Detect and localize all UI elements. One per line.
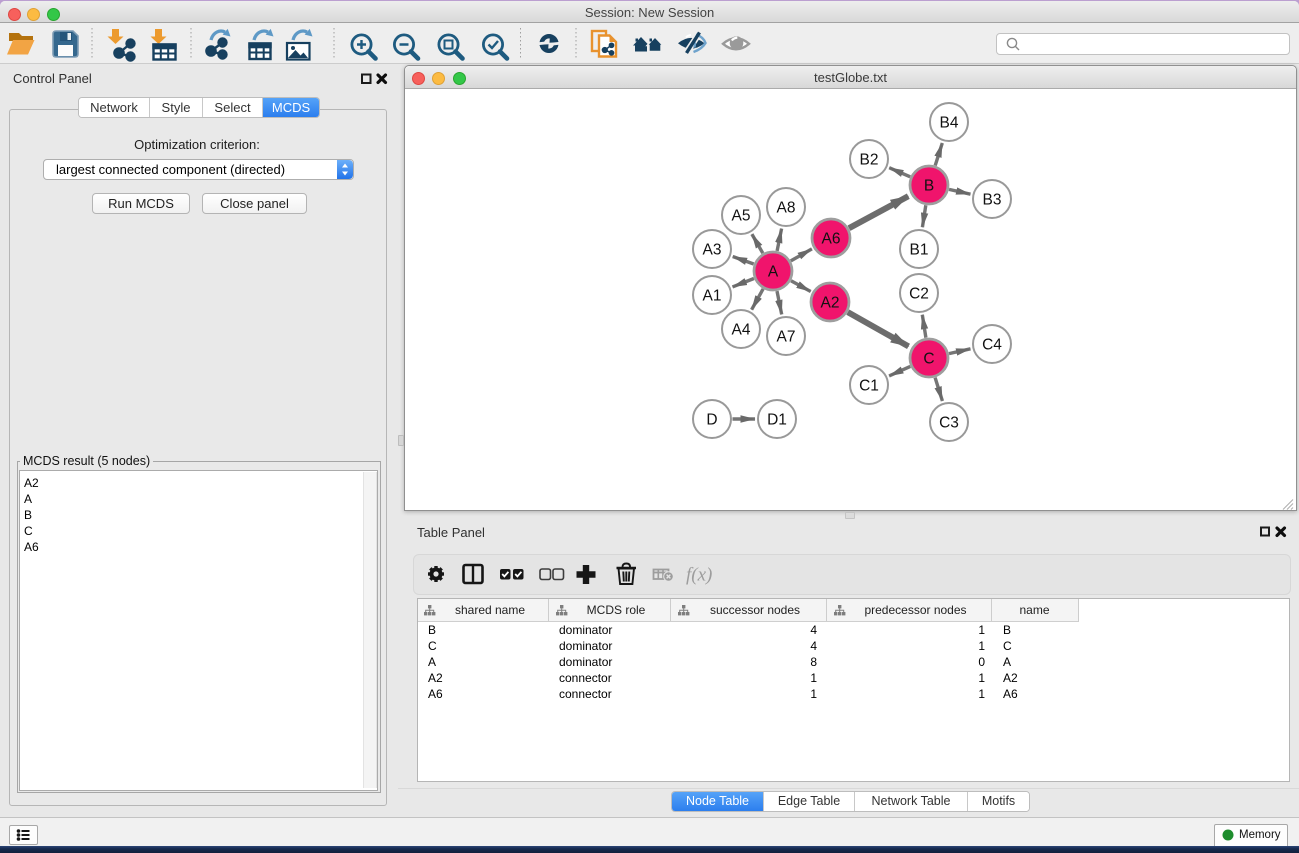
svg-text:A5: A5 <box>732 208 751 225</box>
svg-text:f(x): f(x) <box>686 565 712 586</box>
svg-text:A4: A4 <box>732 322 751 339</box>
svg-text:A3: A3 <box>703 242 722 259</box>
svg-text:B1: B1 <box>910 242 929 259</box>
svg-text:A8: A8 <box>777 200 796 217</box>
svg-text:B4: B4 <box>940 115 959 132</box>
svg-text:C4: C4 <box>982 337 1002 354</box>
svg-text:D: D <box>706 412 717 429</box>
svg-text:B2: B2 <box>860 152 879 169</box>
svg-text:C2: C2 <box>909 286 929 303</box>
svg-text:D1: D1 <box>767 412 787 429</box>
svg-text:A6: A6 <box>822 231 841 248</box>
svg-text:C3: C3 <box>939 415 959 432</box>
svg-text:A7: A7 <box>777 329 796 346</box>
svg-text:C1: C1 <box>859 378 879 395</box>
svg-text:A1: A1 <box>703 288 722 305</box>
svg-text:A2: A2 <box>821 295 840 312</box>
svg-text:C: C <box>923 351 934 368</box>
svg-text:B3: B3 <box>983 192 1002 209</box>
svg-text:B: B <box>924 178 934 195</box>
svg-text:A: A <box>768 264 779 281</box>
